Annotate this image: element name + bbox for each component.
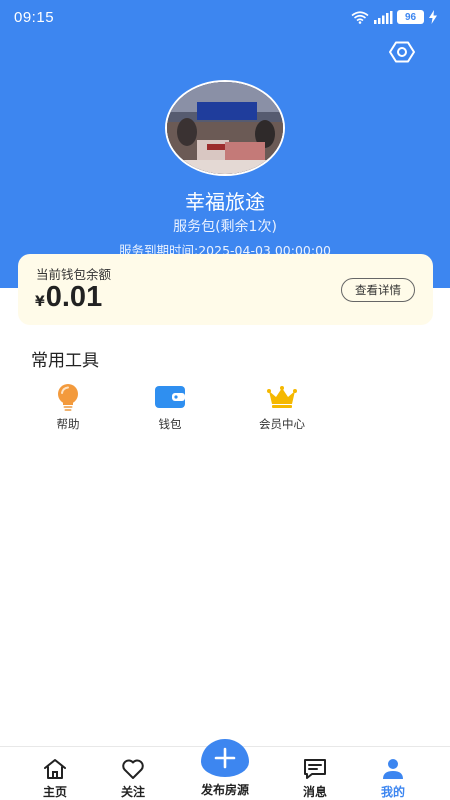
bottom-tab-bar: 主页 关注 发布房源 消息 我的 [0,739,450,800]
status-time: 09:15 [14,9,55,26]
charging-icon [429,10,437,24]
balance-card: 当前钱包余额 ¥ 0.01 查看详情 [18,254,433,325]
publish-button[interactable] [201,739,249,777]
tools-title: 常用工具 [31,351,99,371]
signal-icon [374,10,393,24]
status-icons: 96 [351,10,438,24]
home-icon [44,759,66,779]
wallet-icon [155,386,185,408]
status-bar: 09:15 96 [0,0,450,36]
tab-label-publish[interactable]: 发布房源 [180,781,270,798]
tab-label-messages: 消息 [302,785,327,799]
tab-label-follow: 关注 [120,785,145,799]
wifi-icon [351,10,369,24]
profile-header: 09:15 96 幸福旅途 服务包(剩余1次) 服务到期时间:2025-04-0… [0,0,450,288]
eye-button[interactable] [388,38,416,66]
user-icon [383,759,403,779]
tab-home[interactable]: 主页 [10,747,100,800]
avatar-photo [167,82,283,174]
tool-member-center[interactable]: 会员中心 [242,383,322,432]
currency-symbol: ¥ [35,294,45,310]
tab-mine[interactable]: 我的 [348,747,438,800]
tab-follow[interactable]: 关注 [88,747,178,800]
battery-icon: 96 [397,10,424,24]
heart-icon [122,759,144,779]
help-bulb-icon [58,384,78,411]
balance-value: 0.01 [45,281,103,313]
crown-icon [267,386,297,408]
service-package: 服务包(剩余1次) [173,219,277,235]
tool-label-help: 帮助 [56,417,80,431]
tab-label-mine: 我的 [380,785,405,799]
tool-help[interactable]: 帮助 [28,383,108,432]
eye-icon [389,41,415,63]
balance-amount: ¥ 0.01 [35,281,102,314]
message-icon [304,759,326,779]
tab-messages[interactable]: 消息 [270,747,360,800]
tab-label-home: 主页 [42,785,67,799]
plus-icon [214,747,236,769]
profile-name: 幸福旅途 [185,190,265,214]
tool-label-member-center: 会员中心 [259,417,305,431]
avatar[interactable] [165,80,285,176]
screen: 09:15 96 幸福旅途 服务包(剩余1次) 服务到期时间:2025-04-0… [0,0,450,800]
tool-label-wallet: 钱包 [158,417,182,431]
view-details-button[interactable]: 查看详情 [341,278,415,302]
tool-wallet[interactable]: 钱包 [130,383,210,432]
